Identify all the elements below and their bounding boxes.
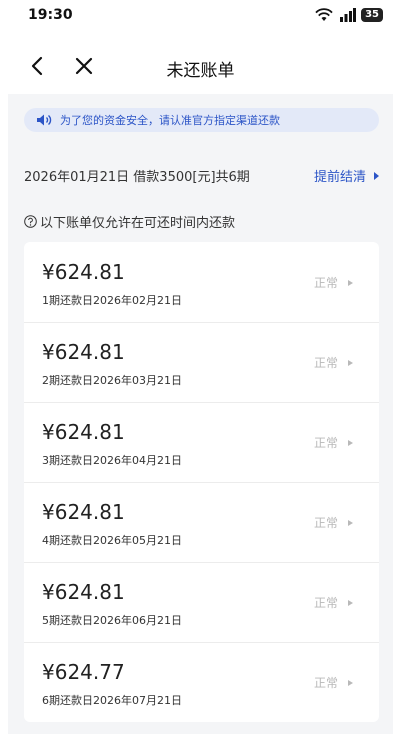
divider xyxy=(24,482,379,483)
bill-status: 正常 xyxy=(314,514,353,531)
bill-amount: ¥624.81 xyxy=(42,500,125,524)
speaker-icon xyxy=(37,114,52,126)
bill-due-date: 1期还款日2026年02月21日 xyxy=(42,294,182,307)
hint-text: 以下账单仅允许在可还时间内还款 xyxy=(40,216,236,231)
bill-amount: ¥624.81 xyxy=(42,340,125,364)
bill-status: 正常 xyxy=(314,354,353,371)
divider xyxy=(24,642,379,643)
bill-item-2[interactable]: ¥624.81 2期还款日2026年03月21日 正常 xyxy=(24,322,379,402)
loan-info: 2026年01月21日 借款3500[元]共6期 xyxy=(24,170,250,185)
bill-amount: ¥624.77 xyxy=(42,660,125,684)
bill-due-date: 2期还款日2026年03月21日 xyxy=(42,374,182,387)
bill-due-date: 3期还款日2026年04月21日 xyxy=(42,454,182,467)
status-time: 19:30 xyxy=(28,7,73,23)
bill-amount: ¥624.81 xyxy=(42,420,125,444)
bill-due-date: 4期还款日2026年05月21日 xyxy=(42,534,182,547)
system-icons: 35 xyxy=(315,8,383,22)
loan-summary: 2026年01月21日 借款3500[元]共6期 提前结清 xyxy=(24,166,379,186)
caret-right-icon xyxy=(348,359,353,366)
content-area: 为了您的资金安全，请认准官方指定渠道还款 2026年01月21日 借款3500[… xyxy=(8,94,393,734)
divider xyxy=(24,562,379,563)
bill-status: 正常 xyxy=(314,674,353,691)
caret-right-icon xyxy=(374,171,379,180)
status-bar: 19:30 35 xyxy=(0,0,401,34)
bill-item-6[interactable]: ¥624.77 6期还款日2026年07月21日 正常 xyxy=(24,642,379,722)
bill-amount: ¥624.81 xyxy=(42,260,125,284)
bill-status: 正常 xyxy=(314,274,353,291)
help-circle-icon xyxy=(24,215,37,228)
signal-icon xyxy=(340,8,357,22)
caret-right-icon xyxy=(348,279,353,286)
bill-status-label: 正常 xyxy=(313,356,338,370)
bill-status-label: 正常 xyxy=(313,276,338,290)
bill-due-date: 6期还款日2026年07月21日 xyxy=(42,694,182,707)
bill-amount: ¥624.81 xyxy=(42,580,125,604)
divider xyxy=(24,322,379,323)
divider xyxy=(24,402,379,403)
caret-right-icon xyxy=(348,679,353,686)
bill-item-3[interactable]: ¥624.81 3期还款日2026年04月21日 正常 xyxy=(24,402,379,482)
nav-bar: 未还账单 xyxy=(0,44,401,88)
notice-text: 为了您的资金安全，请认准官方指定渠道还款 xyxy=(60,114,280,127)
bill-status-label: 正常 xyxy=(313,596,338,610)
battery-icon: 35 xyxy=(361,8,383,22)
early-settle-link[interactable]: 提前结清 xyxy=(314,166,379,185)
early-settle-label: 提前结清 xyxy=(313,170,366,185)
repayment-hint: 以下账单仅允许在可还时间内还款 xyxy=(24,212,235,231)
bill-item-5[interactable]: ¥624.81 5期还款日2026年06月21日 正常 xyxy=(24,562,379,642)
page-title: 未还账单 xyxy=(166,61,235,81)
security-notice: 为了您的资金安全，请认准官方指定渠道还款 xyxy=(24,108,379,132)
caret-right-icon xyxy=(348,439,353,446)
caret-right-icon xyxy=(348,599,353,606)
bill-item-4[interactable]: ¥624.81 4期还款日2026年05月21日 正常 xyxy=(24,482,379,562)
caret-right-icon xyxy=(348,519,353,526)
wifi-icon xyxy=(315,8,333,21)
bill-status-label: 正常 xyxy=(313,676,338,690)
bills-list: ¥624.81 1期还款日2026年02月21日 正常 ¥624.81 2期还款… xyxy=(24,242,379,722)
bill-status: 正常 xyxy=(314,594,353,611)
bill-due-date: 5期还款日2026年06月21日 xyxy=(42,614,182,627)
bill-item-1[interactable]: ¥624.81 1期还款日2026年02月21日 正常 xyxy=(24,242,379,322)
bill-status-label: 正常 xyxy=(313,436,338,450)
bill-status: 正常 xyxy=(314,434,353,451)
bill-status-label: 正常 xyxy=(313,516,338,530)
